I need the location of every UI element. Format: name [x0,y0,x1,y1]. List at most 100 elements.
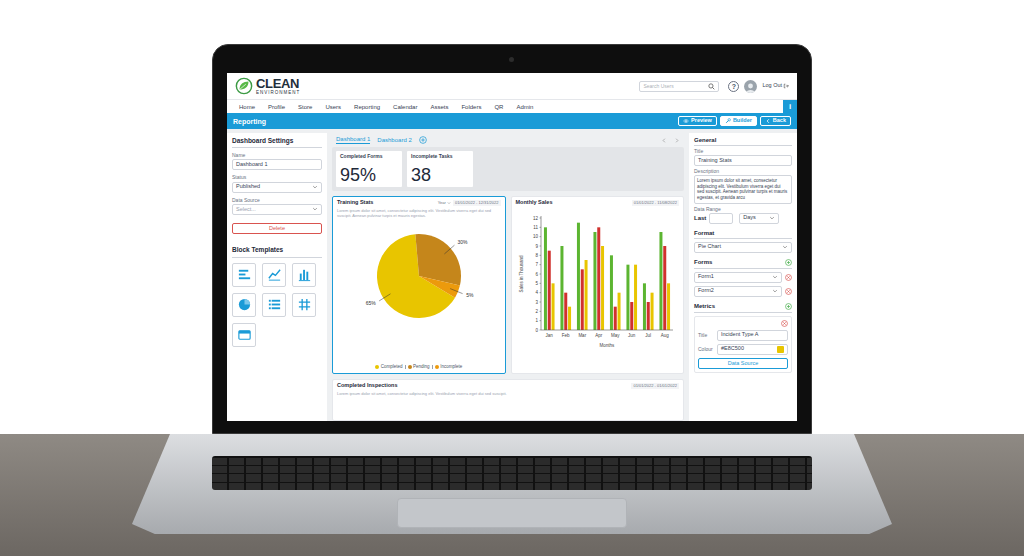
nav-item[interactable]: Users [325,104,341,110]
section-label: Metrics [694,303,715,309]
stat-card[interactable]: Incomplete Tasks38 [407,151,473,187]
toolbar-button[interactable]: Preview [678,116,717,126]
template-block[interactable] [232,293,256,317]
add-icon[interactable] [785,303,792,310]
chevron-down-icon[interactable] [772,288,778,294]
x-axis [541,330,673,331]
period-label: Year [438,201,446,205]
remove-icon[interactable] [781,320,788,327]
input-field[interactable]: Incident Type A [717,330,788,341]
template-block[interactable] [232,263,256,287]
chart-card[interactable]: Completed Inspections01/01/2022 - 01/01/… [332,379,684,421]
nav-item[interactable]: Reporting [354,104,380,110]
field-value: Form2 [698,288,770,294]
legend-label: Completed [381,365,403,370]
field-label: Name [232,152,322,158]
nav-item[interactable]: Store [298,104,312,110]
user-avatar[interactable] [744,80,757,93]
nav-item[interactable]: Folders [461,104,481,110]
sales-bar [647,302,650,330]
info-button[interactable]: i [783,100,797,114]
delete-button[interactable]: Delete [232,223,322,235]
colour-swatch[interactable] [777,346,784,353]
chart-card[interactable]: Monthly Sales01/01/2022 - 11/08/20220123… [511,196,685,374]
date-range[interactable]: 01/01/2022 - 01/01/2022 [631,383,679,389]
y-tick: 6 [536,272,539,277]
dashboard-tab[interactable]: Dashboard 2 [377,137,411,144]
sales-bar [651,293,654,330]
input-field[interactable]: Published [232,182,322,193]
template-block[interactable] [262,293,286,317]
field-label: Description [694,169,792,174]
input-field[interactable]: Select... [232,204,322,215]
y-tick: 1 [536,318,539,323]
add-icon[interactable] [785,259,792,266]
remove-icon[interactable] [785,288,792,295]
y-tick: 9 [536,244,539,249]
chevron-down-icon [447,201,451,205]
nav-item[interactable]: Admin [516,104,533,110]
stat-card[interactable]: Completed Forms95% [336,151,402,187]
sales-bar [643,283,646,330]
remove-icon[interactable] [785,274,792,281]
stat-value: 95% [340,166,398,184]
sales-bar [614,307,617,330]
previous-arrow-icon[interactable] [661,137,667,144]
logout-button[interactable]: Log Out [762,83,789,89]
chevron-down-icon[interactable] [769,215,775,221]
chart-row: Training StatsYear01/01/2022 - 12/31/202… [332,196,684,374]
sales-bar [634,265,637,330]
section-title: Forms [694,259,792,269]
input-field[interactable]: Form1 [694,272,782,283]
toolbar-button[interactable]: Builder [720,116,757,126]
dashboard-tab[interactable]: Dashboard 1 [336,136,370,144]
help-button[interactable]: ? [728,81,739,92]
nav-item[interactable]: Profile [268,104,285,110]
card-header: Monthly Sales01/01/2022 - 11/08/2022 [516,200,680,206]
period-select[interactable]: Year [438,201,451,205]
trackpad[interactable] [397,498,627,528]
sales-bar [577,223,580,330]
nav-item[interactable]: Home [239,104,255,110]
search-field[interactable] [639,81,719,92]
chevron-down-icon[interactable] [772,274,778,280]
field-label: Data Source [232,197,322,203]
next-arrow-icon[interactable] [674,137,680,144]
template-block[interactable] [292,263,316,287]
add-tab-icon[interactable] [419,136,427,144]
date-range[interactable]: 01/01/2022 - 11/08/2022 [632,200,679,206]
form-row: Form2 [694,286,792,297]
chart-card[interactable]: Training StatsYear01/01/2022 - 12/31/202… [332,196,506,374]
input-field[interactable]: Pie Chart [694,242,792,253]
chevron-down-icon[interactable] [312,206,318,212]
slice-label: 30% [457,239,468,245]
table [0,434,1024,556]
input-field[interactable]: Form2 [694,286,782,297]
sales-bar [594,232,597,330]
nav-item[interactable]: Assets [430,104,448,110]
search-icon[interactable] [708,83,715,90]
toolbar-button[interactable]: Back [760,116,791,126]
range-number-field[interactable] [709,213,733,224]
x-tick: Aug [661,333,670,338]
date-range[interactable]: 01/01/2022 - 12/31/2022 [453,200,501,206]
template-block[interactable] [232,323,256,347]
chevron-down-icon[interactable] [312,184,318,190]
field-value: #E8C500 [721,346,775,352]
logo[interactable]: CLEANENVIRONMENT [235,77,300,96]
template-block[interactable] [292,293,316,317]
search-input[interactable] [643,82,706,91]
logo-name: CLEAN [256,77,300,90]
template-block[interactable] [262,263,286,287]
nav-item[interactable]: Calendar [393,104,417,110]
nav-item[interactable]: QR [494,104,503,110]
input-field[interactable]: Dashboard 1 [232,159,322,170]
input-field[interactable]: Training Stats [694,155,792,166]
input-field[interactable]: Days [739,213,779,224]
description-textarea[interactable]: Lorem ipsum dolor sit amet, consectetur … [694,175,792,204]
sales-bar [552,283,555,330]
data-source-button[interactable]: Data Source [698,358,788,370]
chevron-down-icon[interactable] [782,244,788,250]
card-header: Completed Inspections01/01/2022 - 01/01/… [337,383,679,389]
input-field[interactable]: #E8C500 [717,344,788,355]
